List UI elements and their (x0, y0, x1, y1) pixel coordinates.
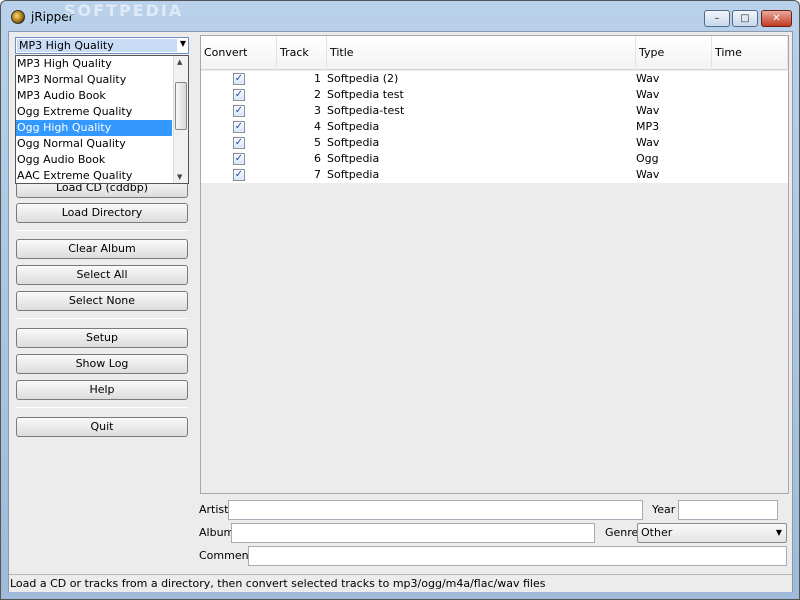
column-header-track[interactable]: Track (277, 36, 327, 70)
status-bar: Load a CD or tracks from a directory, th… (9, 574, 792, 592)
artist-label: Artist (199, 503, 229, 516)
separator (16, 318, 188, 319)
table-row[interactable]: ✓ 1 Softpedia (2) Wav (201, 71, 788, 87)
track-type: Wav (636, 104, 660, 117)
track-title: Softpedia-test (327, 104, 405, 117)
setup-button[interactable]: Setup (16, 328, 188, 348)
separator (16, 407, 188, 408)
minimize-button[interactable]: – (704, 10, 730, 27)
table-row[interactable]: ✓ 3 Softpedia-test Wav (201, 103, 788, 119)
quality-dropdown-list[interactable]: MP3 High Quality MP3 Normal Quality MP3 … (15, 55, 189, 184)
track-type: Wav (636, 136, 660, 149)
convert-checkbox[interactable]: ✓ (233, 137, 245, 149)
quality-option[interactable]: Ogg Extreme Quality (16, 104, 172, 120)
table-header: Convert Track Title Type Time (201, 36, 788, 70)
table-row[interactable]: ✓ 5 Softpedia Wav (201, 135, 788, 151)
table-row[interactable]: ✓ 2 Softpedia test Wav (201, 87, 788, 103)
quality-option[interactable]: Ogg Normal Quality (16, 136, 172, 152)
quality-option[interactable]: MP3 High Quality (16, 56, 172, 72)
select-none-button[interactable]: Select None (16, 291, 188, 311)
quality-select[interactable]: MP3 High Quality ▼ (15, 37, 189, 54)
column-header-time[interactable]: Time (712, 36, 788, 70)
quality-option-highlighted[interactable]: Ogg High Quality (16, 120, 172, 136)
load-directory-button[interactable]: Load Directory (16, 203, 188, 223)
quality-option[interactable]: MP3 Normal Quality (16, 72, 172, 88)
column-header-convert[interactable]: Convert (201, 36, 277, 70)
track-title: Softpedia (327, 152, 380, 165)
table-row[interactable]: ✓ 4 Softpedia MP3 (201, 119, 788, 135)
track-number: 2 (314, 88, 321, 101)
scrollbar-thumb[interactable] (175, 82, 187, 130)
column-header-type[interactable]: Type (636, 36, 712, 70)
chevron-down-icon[interactable]: ▼ (776, 524, 782, 542)
convert-checkbox[interactable]: ✓ (233, 121, 245, 133)
tracks-table: Convert Track Title Type Time ✓ 1 Softpe… (200, 35, 789, 494)
convert-checkbox[interactable]: ✓ (233, 105, 245, 117)
album-input[interactable] (231, 523, 595, 543)
genre-select[interactable]: Other ▼ (637, 523, 787, 543)
track-type: Ogg (636, 152, 659, 165)
convert-checkbox[interactable]: ✓ (233, 169, 245, 181)
scroll-down-icon[interactable]: ▼ (177, 173, 182, 181)
comment-input[interactable] (248, 546, 787, 566)
track-number: 6 (314, 152, 321, 165)
watermark: SOFTPEDIA (64, 1, 184, 20)
album-label: Album (199, 526, 235, 539)
genre-selected-value: Other (641, 526, 673, 539)
quality-option[interactable]: Ogg Audio Book (16, 152, 172, 168)
track-type: Wav (636, 72, 660, 85)
quality-option[interactable]: MP3 Audio Book (16, 88, 172, 104)
table-row[interactable]: ✓ 7 Softpedia Wav (201, 167, 788, 183)
chevron-down-icon[interactable]: ▼ (180, 39, 186, 48)
clear-album-button[interactable]: Clear Album (16, 239, 188, 259)
title-bar[interactable]: jRipper SOFTPEDIA – □ ✕ (1, 1, 799, 33)
track-number: 3 (314, 104, 321, 117)
track-number: 5 (314, 136, 321, 149)
track-title: Softpedia (327, 136, 380, 149)
client-area: Load CD (cddbp) Load Directory Clear Alb… (8, 31, 793, 592)
track-title: Softpedia test (327, 88, 404, 101)
show-log-button[interactable]: Show Log (16, 354, 188, 374)
close-button[interactable]: ✕ (761, 10, 792, 27)
track-title: Softpedia (327, 168, 380, 181)
track-number: 1 (314, 72, 321, 85)
help-button[interactable]: Help (16, 380, 188, 400)
track-number: 4 (314, 120, 321, 133)
select-all-button[interactable]: Select All (16, 265, 188, 285)
quality-option[interactable]: AAC Extreme Quality (16, 168, 172, 184)
scroll-up-icon[interactable]: ▲ (177, 58, 182, 66)
table-row[interactable]: ✓ 6 Softpedia Ogg (201, 151, 788, 167)
track-type: MP3 (636, 120, 660, 133)
artist-input[interactable] (228, 500, 643, 520)
convert-checkbox[interactable]: ✓ (233, 73, 245, 85)
comment-label: Comment (199, 549, 253, 562)
separator (16, 230, 188, 231)
track-number: 7 (314, 168, 321, 181)
track-type: Wav (636, 168, 660, 181)
track-type: Wav (636, 88, 660, 101)
year-label: Year (652, 503, 676, 516)
dropdown-scrollbar[interactable]: ▲ ▼ (173, 56, 188, 183)
convert-checkbox[interactable]: ✓ (233, 153, 245, 165)
track-title: Softpedia (2) (327, 72, 399, 85)
jripper-icon (11, 10, 25, 24)
year-input[interactable] (678, 500, 778, 520)
app-window: jRipper SOFTPEDIA – □ ✕ Load CD (cddbp) … (0, 0, 800, 600)
quality-selected-value: MP3 High Quality (17, 39, 177, 52)
genre-label: Genre (605, 526, 639, 539)
column-header-title[interactable]: Title (327, 36, 636, 70)
track-title: Softpedia (327, 120, 380, 133)
quit-button[interactable]: Quit (16, 417, 188, 437)
table-body: ✓ 1 Softpedia (2) Wav ✓ 2 Softpedia test… (201, 71, 788, 183)
convert-checkbox[interactable]: ✓ (233, 89, 245, 101)
maximize-button[interactable]: □ (732, 10, 758, 27)
